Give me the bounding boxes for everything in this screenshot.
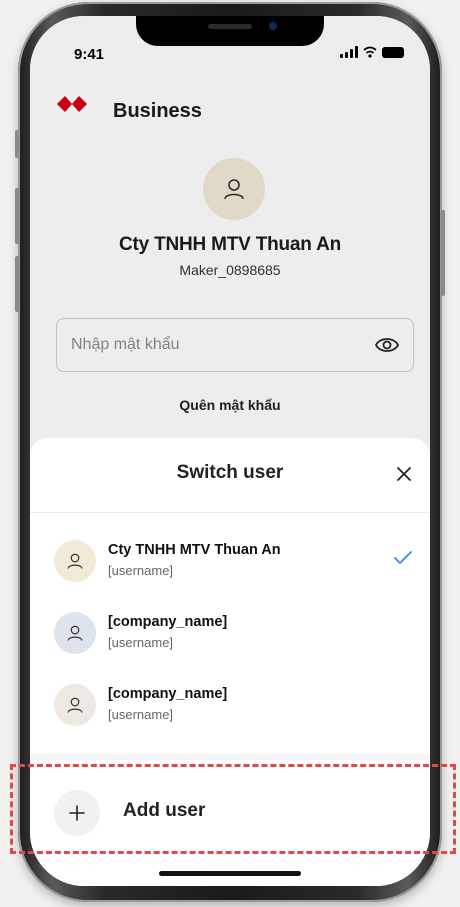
user-list-item[interactable]: Cty TNHH MTV Thuan An [username] bbox=[30, 525, 430, 597]
close-icon[interactable] bbox=[394, 464, 414, 484]
check-icon bbox=[394, 551, 412, 570]
user-name: [company_name] bbox=[108, 614, 228, 630]
add-user-label: Add user bbox=[123, 800, 206, 821]
phone-screen: Business Cty TNHH MTV Thuan An Maker_089… bbox=[30, 16, 430, 886]
avatar bbox=[54, 684, 96, 726]
wifi-icon bbox=[363, 46, 377, 58]
add-user-button[interactable]: Add user bbox=[30, 760, 430, 872]
status-icons bbox=[340, 46, 404, 58]
volume-up-button bbox=[15, 188, 19, 244]
user-name: [company_name] bbox=[108, 686, 228, 702]
sheet-header: Switch user bbox=[30, 438, 430, 513]
status-time: 9:41 bbox=[74, 46, 105, 63]
notch bbox=[136, 16, 324, 46]
signal-icon bbox=[340, 46, 358, 58]
volume-down-button bbox=[15, 256, 19, 312]
sheet-title: Switch user bbox=[176, 462, 284, 483]
home-indicator[interactable] bbox=[159, 871, 301, 876]
user-icon bbox=[67, 625, 83, 641]
camera bbox=[269, 22, 277, 30]
plus-icon bbox=[54, 790, 100, 836]
battery-icon bbox=[382, 46, 404, 58]
avatar bbox=[54, 540, 96, 582]
user-username: [username] bbox=[108, 707, 174, 722]
user-username: [username] bbox=[108, 635, 174, 650]
avatar bbox=[54, 612, 96, 654]
user-list-item[interactable]: [company_name] [username] bbox=[30, 597, 430, 669]
user-icon bbox=[67, 697, 83, 713]
switch-user-sheet: Switch user Cty TNHH MTV Thuan An [usern… bbox=[30, 438, 430, 886]
user-name: Cty TNHH MTV Thuan An bbox=[108, 542, 281, 558]
user-icon bbox=[67, 553, 83, 569]
user-list-item[interactable]: [company_name] [username] bbox=[30, 669, 430, 741]
mute-switch bbox=[15, 130, 19, 158]
user-username: [username] bbox=[108, 563, 174, 578]
speaker bbox=[208, 24, 252, 29]
power-button bbox=[441, 210, 445, 296]
